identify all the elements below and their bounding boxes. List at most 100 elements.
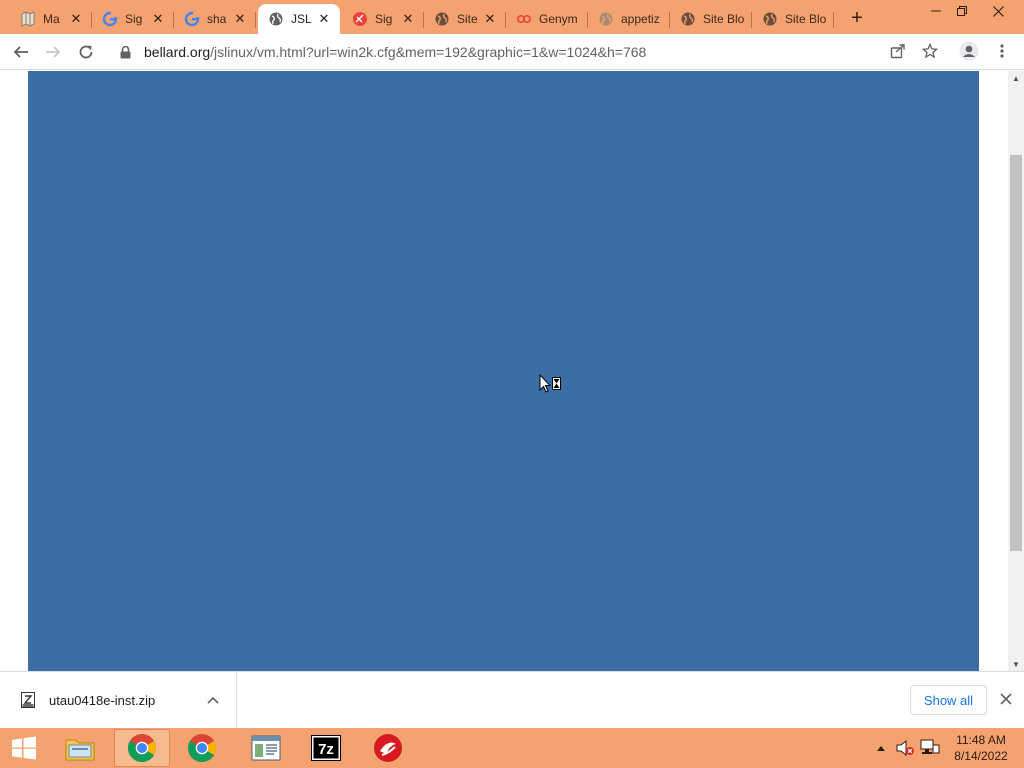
vm-display-canvas[interactable]: [28, 71, 979, 671]
windows-taskbar: 7z 11:48 AM 8/14/2022: [0, 728, 1024, 768]
close-icon[interactable]: ✕: [316, 11, 332, 27]
restore-icon: [957, 6, 967, 16]
tab-separator: [833, 12, 834, 28]
close-icon: [1000, 693, 1012, 705]
clock-time: 11:48 AM: [956, 733, 1006, 747]
profile-avatar-icon[interactable]: [958, 40, 980, 62]
reload-button[interactable]: [73, 39, 99, 65]
tab-google-1[interactable]: Sig ✕: [92, 4, 174, 34]
download-shelf: utau0418e-inst.zip Show all: [0, 671, 1024, 728]
lock-icon[interactable]: [120, 45, 134, 59]
restore-button[interactable]: [946, 0, 978, 22]
scrollbar-thumb[interactable]: [1010, 155, 1022, 551]
tab-title: Site Blo: [785, 12, 826, 26]
start-button[interactable]: [0, 729, 48, 767]
download-item[interactable]: utau0418e-inst.zip: [0, 672, 237, 728]
chevron-up-icon[interactable]: [204, 691, 222, 709]
genymotion-icon: [516, 11, 532, 27]
close-icon: [992, 5, 1004, 17]
tab-title: Site: [457, 12, 478, 26]
tab-appetize[interactable]: appetiz: [588, 4, 670, 34]
folder-icon: [65, 739, 95, 761]
google-icon: [184, 11, 200, 27]
app-icon: [352, 11, 368, 27]
tab-title: Sig: [125, 12, 143, 26]
busy-cursor-icon: [539, 374, 561, 393]
tab-title: Sig: [375, 12, 393, 26]
close-icon[interactable]: ✕: [150, 11, 166, 27]
new-tab-button[interactable]: +: [846, 7, 868, 29]
url-host: bellard.org: [144, 44, 211, 60]
windows-logo-icon: [12, 736, 36, 760]
menu-kebab-icon[interactable]: [992, 41, 1012, 61]
tab-jslinux[interactable]: JSLi ✕: [258, 4, 340, 34]
tab-google-2[interactable]: sha ✕: [174, 4, 256, 34]
bookmark-star-icon[interactable]: [920, 41, 940, 61]
chevron-up-icon: [877, 746, 885, 751]
browser-window: Ma ✕ Sig ✕ sha ✕ JSLi ✕: [0, 0, 1024, 768]
tab-title: sha: [207, 12, 227, 26]
minimize-icon: [931, 10, 941, 12]
download-filename: utau0418e-inst.zip: [49, 692, 156, 708]
trend-micro-icon: [374, 734, 402, 762]
reload-icon: [79, 45, 93, 59]
volume-muted-icon[interactable]: [894, 728, 916, 768]
url-path: /jslinux/vm.html?url=win2k.cfg&mem=192&g…: [210, 44, 647, 60]
tab-genymotion[interactable]: Genym: [506, 4, 588, 34]
system-clock[interactable]: 11:48 AM 8/14/2022: [946, 732, 1016, 764]
tab-title: Site Blo: [703, 12, 744, 26]
svg-text:7z: 7z: [318, 741, 334, 758]
close-window-button[interactable]: [982, 0, 1014, 22]
tab-title: Genym: [539, 12, 578, 26]
7zip-icon: 7z: [311, 735, 341, 761]
zip-file-icon: [20, 692, 36, 708]
tab-site-blocker-2[interactable]: Site Blo: [752, 4, 834, 34]
close-shelf-button[interactable]: [996, 689, 1016, 709]
taskbar-notepad[interactable]: [238, 729, 294, 767]
url-text[interactable]: bellard.org/jslinux/vm.html?url=win2k.cf…: [144, 44, 646, 60]
forward-button[interactable]: [40, 39, 66, 65]
chrome-icon: [188, 734, 216, 763]
google-icon: [102, 11, 118, 27]
forward-arrow-icon: [46, 46, 61, 58]
globe-icon: [762, 11, 778, 27]
clock-date: 8/14/2022: [954, 749, 1008, 763]
maps-icon: [20, 11, 36, 27]
globe-icon: [268, 11, 284, 27]
tab-maps[interactable]: Ma ✕: [10, 4, 92, 34]
address-bar[interactable]: bellard.org/jslinux/vm.html?url=win2k.cf…: [110, 38, 952, 66]
taskbar-trend-micro[interactable]: [360, 729, 416, 767]
tab-title: appetiz: [621, 12, 660, 26]
taskbar-file-explorer[interactable]: [52, 729, 108, 767]
page-scrollbar[interactable]: ▲ ▼: [1008, 71, 1024, 671]
globe-icon: [598, 11, 614, 27]
tab-site-blocker-1[interactable]: Site Blo: [670, 4, 752, 34]
chrome-icon: [128, 734, 156, 763]
tab-site[interactable]: Site ✕: [424, 4, 506, 34]
page-content: [0, 71, 1008, 671]
taskbar-chrome-1[interactable]: [114, 729, 170, 767]
taskbar-chrome-2[interactable]: [174, 729, 230, 767]
scroll-up-arrow-icon[interactable]: ▲: [1008, 71, 1024, 85]
show-hidden-icons-button[interactable]: [874, 728, 888, 768]
close-icon[interactable]: ✕: [232, 11, 248, 27]
scroll-down-arrow-icon[interactable]: ▼: [1008, 657, 1024, 671]
show-all-button[interactable]: Show all: [910, 685, 987, 715]
network-icon[interactable]: [918, 728, 942, 768]
share-icon[interactable]: [888, 41, 908, 61]
tab-title: JSLi: [291, 12, 312, 26]
globe-icon: [434, 11, 450, 27]
browser-toolbar: bellard.org/jslinux/vm.html?url=win2k.cf…: [0, 34, 1024, 70]
tab-strip: Ma ✕ Sig ✕ sha ✕ JSLi ✕: [0, 0, 1024, 34]
close-icon[interactable]: ✕: [68, 11, 84, 27]
globe-icon: [680, 11, 696, 27]
tab-sig[interactable]: Sig ✕: [342, 4, 424, 34]
close-icon[interactable]: ✕: [482, 11, 498, 27]
taskbar-7zip[interactable]: 7z: [298, 729, 354, 767]
notepad-icon: [251, 735, 281, 761]
tab-title: Ma: [43, 12, 60, 26]
close-icon[interactable]: ✕: [400, 11, 416, 27]
back-button[interactable]: [8, 39, 34, 65]
back-arrow-icon: [13, 46, 28, 58]
tab-separator: [255, 12, 256, 28]
